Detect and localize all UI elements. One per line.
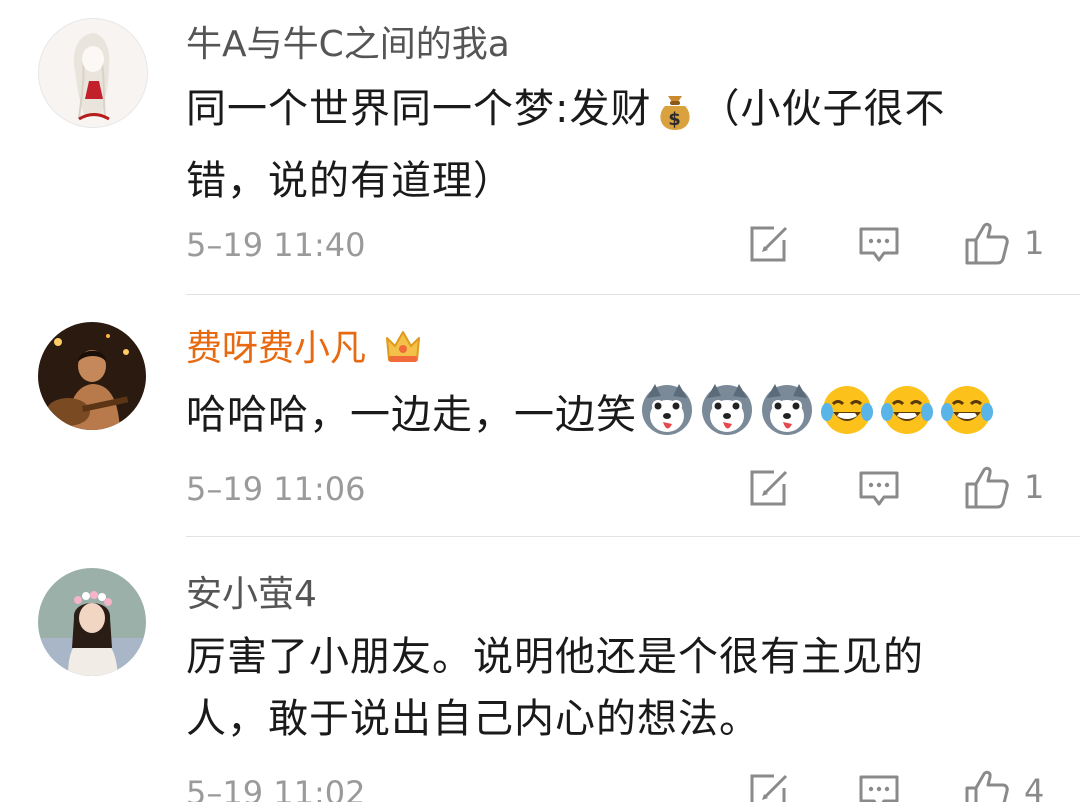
comment-icon: [859, 471, 899, 506]
comment-icon: [859, 227, 899, 262]
crown-vip-icon: [383, 328, 423, 378]
avatar[interactable]: [38, 568, 146, 676]
like-button[interactable]: 1: [964, 220, 1044, 266]
comment-icon: [859, 775, 899, 802]
like-count: 1: [1024, 224, 1045, 262]
reply-button[interactable]: [858, 226, 900, 264]
comment-text-line: 厉害了小朋友。说明他还是个很有主见的: [186, 634, 924, 680]
laugh-cry-icon: [819, 382, 875, 456]
comment-feed: 牛A与牛C之间的我a 同一个世界同一个梦:发财 $ （小伙子很不 错，说的有道理…: [0, 0, 1080, 802]
thumbs-up-icon: [965, 770, 1009, 802]
comment-text: 哈哈哈，一边走，一边笑: [186, 382, 1016, 456]
husky-icon: [639, 382, 695, 456]
edit-share-icon: [750, 470, 788, 506]
username[interactable]: 牛A与牛C之间的我a: [186, 22, 510, 68]
like-button[interactable]: 1: [964, 464, 1044, 510]
husky-icon: [699, 382, 755, 456]
laugh-cry-icon: [939, 382, 995, 456]
thumbs-up-icon: [965, 466, 1009, 509]
comment-text-line: 错，说的有道理）: [186, 158, 514, 204]
share-button[interactable]: [748, 772, 790, 802]
comment-item: 费呀费小凡 哈哈哈，一边走，一边笑 5–19 11:06 1: [0, 296, 1080, 538]
svg-text:$: $: [669, 109, 683, 130]
avatar[interactable]: [38, 322, 146, 430]
reply-button[interactable]: [858, 774, 900, 802]
laugh-cry-icon: [879, 382, 935, 456]
edit-share-icon: [750, 226, 788, 262]
edit-share-icon: [750, 774, 788, 802]
husky-icon: [759, 382, 815, 456]
comment-text: 同一个世界同一个梦:发财 $ （小伙子很不 错，说的有道理）: [186, 78, 1016, 212]
comment-text-line: 哈哈哈，一边走，一边笑: [186, 392, 637, 438]
username-text: 费呀费小凡: [186, 328, 367, 369]
comment-text-line: 同一个世界同一个梦:发财: [186, 86, 652, 132]
comment-text-line: （小伙子很不: [699, 86, 946, 132]
timestamp: 5–19 11:06: [186, 470, 366, 508]
thumbs-up-icon: [965, 222, 1009, 265]
guitar-man-avatar-icon: [38, 322, 146, 430]
divider: [186, 294, 1080, 295]
username[interactable]: 费呀费小凡: [186, 326, 423, 378]
share-button[interactable]: [748, 224, 790, 264]
flower-crown-girl-avatar-icon: [38, 568, 146, 676]
comment-text-line: 人，敢于说出自己内心的想法。: [186, 696, 760, 742]
username[interactable]: 安小萤4: [186, 572, 317, 618]
anime-girl-avatar-icon: [39, 19, 147, 127]
comment-text: 厉害了小朋友。说明他还是个很有主见的 人，敢于说出自己内心的想法。: [186, 626, 1016, 750]
comment-item: 牛A与牛C之间的我a 同一个世界同一个梦:发财 $ （小伙子很不 错，说的有道理…: [0, 0, 1080, 296]
avatar[interactable]: [38, 18, 148, 128]
like-count: 4: [1024, 772, 1045, 802]
reply-button[interactable]: [858, 470, 900, 508]
divider: [186, 536, 1080, 537]
timestamp: 5–19 11:40: [186, 226, 366, 264]
like-count: 1: [1024, 468, 1045, 506]
share-button[interactable]: [748, 468, 790, 508]
money-bag-icon: $: [653, 88, 697, 150]
like-button[interactable]: 4: [964, 768, 1044, 802]
timestamp: 5–19 11:02: [186, 774, 366, 802]
comment-item: 安小萤4 厉害了小朋友。说明他还是个很有主见的 人，敢于说出自己内心的想法。 5…: [0, 538, 1080, 802]
